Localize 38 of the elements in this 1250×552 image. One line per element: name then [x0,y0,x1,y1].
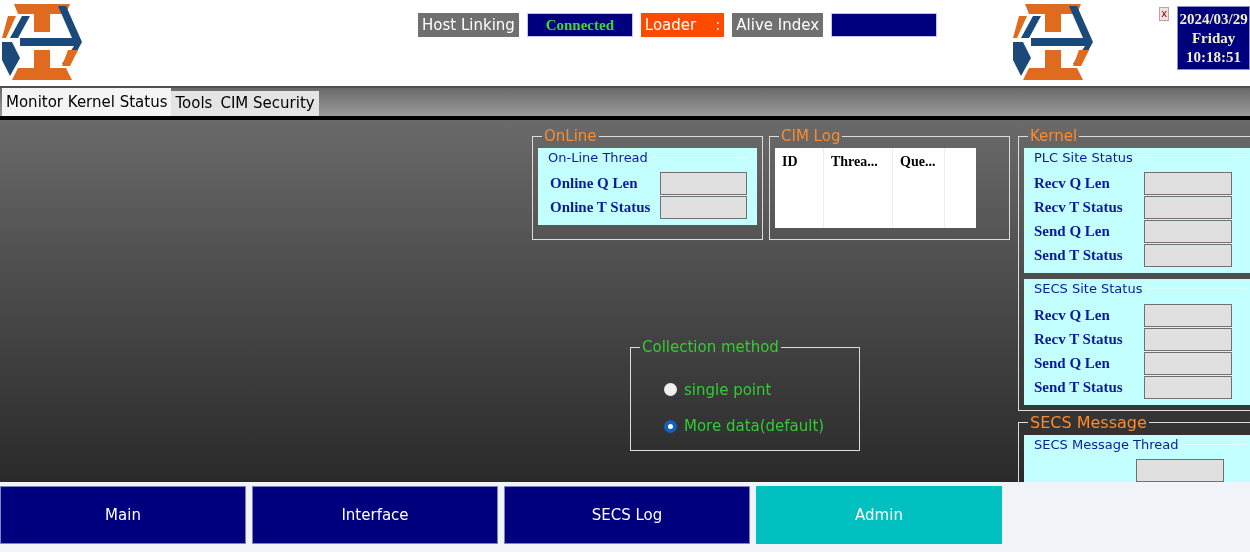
status-indicator: Loader : [640,13,725,37]
column-header: Que... [893,147,945,228]
frame-title: CIM Log [780,126,842,147]
group-title: SECS Message Thread [1034,435,1179,454]
field-label: Online T Status [549,198,652,218]
field-label: Recv T Status [1034,329,1124,349]
tab[interactable]: Monitor Kernel Status [2,88,172,116]
nav-button[interactable]: SECS Log [504,486,750,544]
group-title: PLC Site Status [1034,148,1133,167]
frame-title: Collection method [641,337,780,358]
tab[interactable]: Tools [171,91,217,116]
frame-title: Kernel [1029,126,1079,147]
status-indicator: Host Linking [418,13,519,37]
tab[interactable]: CIM Security [216,91,319,116]
field-label: Online Q Len [549,174,639,194]
nav-button[interactable]: Main [0,486,246,544]
radio-label: More data(default) [684,416,825,437]
clock-day: Friday [1191,28,1236,48]
field-label: Recv Q Len [1034,305,1111,325]
group-title: On-Line Thread [548,148,648,167]
close-button[interactable]: x [1159,7,1170,21]
field-label: Send Q Len [1034,222,1111,242]
group-title: SECS Site Status [1034,280,1143,298]
field-label: Recv T Status [1034,198,1124,218]
radio-label: single point [684,379,772,401]
field-label: Send Q Len [1034,353,1111,373]
column-header: Threa... [824,147,893,228]
nav-button[interactable]: Interface [252,486,498,544]
clock-time: 10:18:51 [1186,47,1242,67]
field-label: Send T Status [1034,246,1124,266]
frame-title: OnLine [543,126,598,147]
status-indicator: Alive Index [732,13,824,37]
status-indicator: Connected [526,13,633,37]
clock-date: 2024/03/29 [1179,9,1248,29]
field-label: Recv Q Len [1034,174,1111,194]
column-header: ID [775,147,824,228]
field-label: Send T Status [1034,377,1124,397]
frame-title: SECS Message [1029,411,1148,434]
